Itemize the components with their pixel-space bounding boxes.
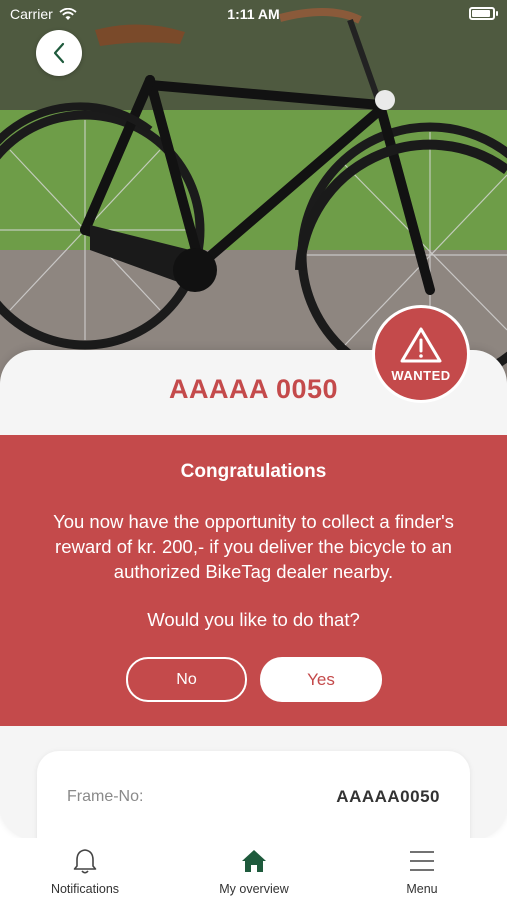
- back-button[interactable]: [36, 30, 82, 76]
- warning-icon: [400, 327, 442, 362]
- tab-notifications-label: Notifications: [50, 882, 120, 896]
- status-bar: Carrier 1:11 AM: [0, 0, 507, 28]
- tab-notifications[interactable]: Notifications: [15, 846, 155, 896]
- no-button[interactable]: No: [126, 657, 247, 702]
- reward-title: Congratulations: [180, 461, 327, 482]
- reward-question: Would you like to do that?: [147, 609, 360, 630]
- wanted-label: WANTED: [391, 367, 451, 383]
- home-icon: [242, 850, 266, 872]
- reward-message: You now have the opportunity to collect …: [53, 511, 454, 582]
- chevron-left-icon: [53, 42, 65, 64]
- status-time: 1:11 AM: [227, 6, 280, 22]
- battery-icon: [469, 7, 498, 20]
- bell-icon: [73, 849, 97, 874]
- tab-my-overview[interactable]: My overview: [184, 846, 324, 896]
- tab-menu-label: Menu: [406, 882, 438, 896]
- reward-dialog: Congratulations You now have the opportu…: [0, 435, 507, 726]
- yes-button[interactable]: Yes: [260, 657, 382, 702]
- menu-icon: [410, 851, 434, 871]
- wanted-badge: WANTED: [372, 305, 470, 403]
- tab-my-overview-label: My overview: [219, 882, 289, 896]
- tab-bar: Notifications My overview Menu: [0, 838, 507, 900]
- frame-number-value: AAAAA0050: [336, 787, 440, 806]
- frame-number-label: Frame-No:: [67, 788, 144, 805]
- tab-menu[interactable]: Menu: [352, 846, 492, 896]
